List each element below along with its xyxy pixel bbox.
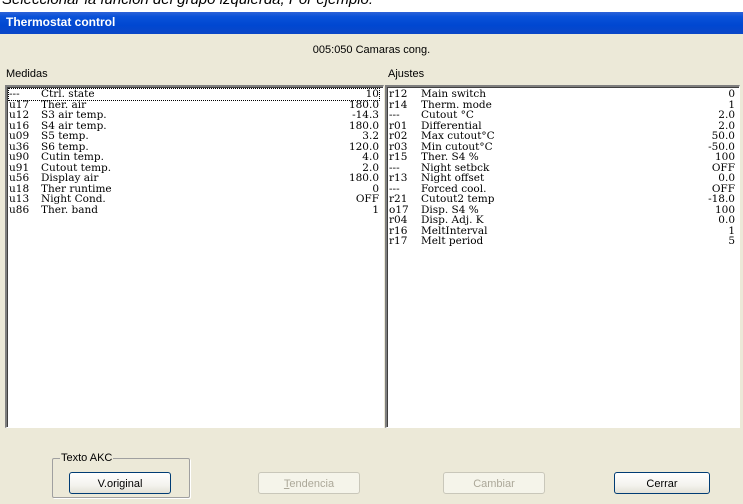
- row-code: r04: [389, 214, 408, 226]
- row-name: Night Cond.: [41, 193, 106, 205]
- row-value: 3.2: [362, 130, 379, 142]
- list-row[interactable]: --- Ctrl. state 10: [8, 88, 380, 101]
- row-value: 100: [714, 151, 735, 163]
- v-original-button[interactable]: V.original: [69, 472, 171, 494]
- row-name: Main switch: [421, 88, 487, 100]
- row-code: ---: [9, 88, 20, 100]
- row-value: 2.0: [718, 109, 735, 121]
- row-value: 4.0: [362, 151, 379, 163]
- thermostat-window: Thermostat control 005:050 Camaras cong.…: [0, 12, 743, 504]
- row-value: 1: [372, 203, 379, 216]
- cerrar-button[interactable]: Cerrar: [614, 472, 710, 494]
- row-code: r17: [389, 235, 408, 247]
- row-code: u13: [9, 193, 30, 205]
- row-name: Cutout °C: [421, 109, 474, 121]
- row-value: 10: [365, 88, 379, 100]
- row-code: r12: [389, 88, 408, 100]
- row-name: Ctrl. state: [41, 88, 95, 100]
- row-name: Cutin temp.: [41, 151, 104, 163]
- list-row[interactable]: u86 Ther. band 1: [9, 203, 379, 216]
- list-row[interactable]: u12 S3 air temp. -14.3: [9, 110, 379, 121]
- ajustes-label: Ajustes: [388, 68, 425, 80]
- row-code: ---: [389, 109, 400, 121]
- row-name: Display air: [41, 172, 99, 184]
- row-name: Night offset: [421, 172, 485, 184]
- row-name: Max cutout°C: [421, 130, 495, 142]
- row-name: Melt period: [421, 235, 484, 247]
- row-value: 0: [728, 88, 735, 100]
- row-value: 5: [728, 235, 735, 247]
- ajustes-list[interactable]: r12 Main switch 0 r14 Therm. mode 1 --- Cutout …: [385, 85, 740, 428]
- row-name: S5 temp.: [41, 130, 89, 142]
- row-code: r21: [389, 193, 408, 205]
- texto-akc-label: Texto AKC: [60, 452, 114, 464]
- tendencia-label-rest: endencia: [289, 478, 335, 490]
- row-code: u09: [9, 130, 30, 142]
- row-value: 180.0: [348, 172, 379, 184]
- row-code: u12: [9, 109, 30, 121]
- row-value: 0.0: [718, 172, 735, 184]
- row-value: OFF: [355, 193, 379, 205]
- row-value: -14.3: [352, 109, 379, 121]
- row-value: -18.0: [708, 193, 735, 205]
- list-row[interactable]: u90 Cutin temp. 4.0: [9, 152, 379, 163]
- list-row[interactable]: u56 Display air 180.0: [9, 173, 379, 184]
- list-row[interactable]: --- Cutout °C 2.0: [389, 110, 735, 121]
- title-bar: Thermostat control: [0, 12, 743, 34]
- row-code: r15: [389, 151, 408, 163]
- row-name: Cutout2 temp: [421, 193, 495, 205]
- list-row[interactable]: r21 Cutout2 temp -18.0: [389, 194, 735, 205]
- list-row[interactable]: r02 Max cutout°C 50.0: [389, 131, 735, 142]
- row-value: 50.0: [711, 130, 735, 142]
- list-row[interactable]: r15 Ther. S4 % 100: [389, 152, 735, 163]
- row-code: r13: [389, 172, 408, 184]
- cambiar-button[interactable]: Cambiar: [443, 472, 545, 494]
- row-name: Ther. band: [41, 203, 98, 216]
- list-row[interactable]: r13 Night offset 0.0: [389, 173, 735, 184]
- list-row[interactable]: r12 Main switch 0: [389, 89, 735, 100]
- list-row[interactable]: r04 Disp. Adj. K 0.0: [389, 215, 735, 226]
- row-code: u86: [9, 203, 30, 216]
- list-row[interactable]: u09 S5 temp. 3.2: [9, 131, 379, 142]
- window-title: Thermostat control: [6, 15, 116, 29]
- page-caption: Seleccionar la función del grupo izquier…: [0, 0, 743, 12]
- row-code: r02: [389, 130, 408, 142]
- row-code: u90: [9, 151, 30, 163]
- list-row[interactable]: u13 Night Cond. OFF: [9, 194, 379, 205]
- device-label: 005:050 Camaras cong.: [312, 44, 431, 56]
- caption-text: Seleccionar la función del grupo izquier…: [2, 0, 373, 8]
- list-row[interactable]: r17 Melt period 5: [389, 236, 735, 247]
- row-code: u56: [9, 172, 30, 184]
- row-name: Disp. Adj. K: [421, 214, 484, 226]
- medidas-label: Medidas: [6, 68, 48, 80]
- medidas-list[interactable]: --- Ctrl. state 10 u17 Ther. air 180.0 u12 S3 a…: [5, 85, 384, 428]
- row-name: Ther. S4 %: [421, 151, 479, 163]
- tendencia-button[interactable]: Tendencia: [258, 472, 360, 494]
- row-name: S3 air temp.: [41, 109, 107, 121]
- row-value: 0.0: [718, 214, 735, 226]
